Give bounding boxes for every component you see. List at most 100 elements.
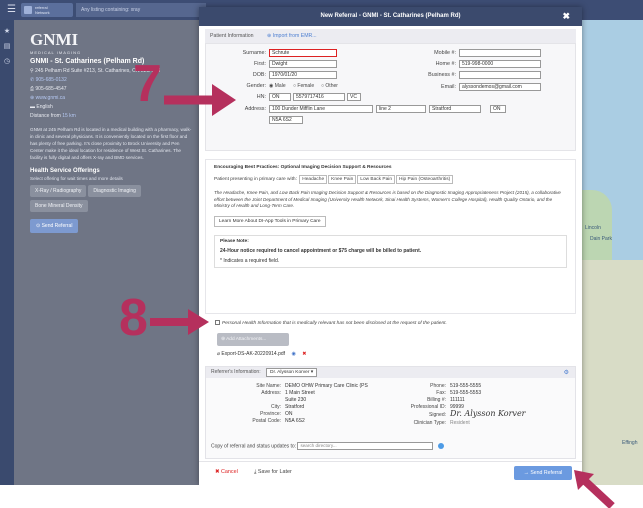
radio-empty-icon: ○ [321,83,325,89]
listing-search-input[interactable]: Any listing containing: xray [76,3,206,17]
mobile-input[interactable] [459,49,541,57]
add-attachments-button[interactable]: ⊕ Add Attachments... [217,333,289,346]
ref-city: Stratford [285,404,305,410]
pill-hip-pain[interactable]: Hip Pain (Osteoarthritis) [396,175,454,184]
annotation-step-7: 7 [133,55,162,113]
referrer-header: Referrer's Information: Dr. Alysson Korv… [206,367,575,378]
first-name-input[interactable]: Dwight [269,60,337,68]
menu-icon[interactable]: ☰ [7,4,16,15]
phi-checkbox-row[interactable]: Personal Health Information that is medi… [215,320,447,326]
referrer-section: Referrer's Information: Dr. Alysson Korv… [205,366,576,459]
send-referral-button[interactable]: → Send Referral [514,466,572,480]
offerings-title: Health Service Offerings [30,168,100,174]
gender-female-label: Female [297,83,315,89]
close-icon[interactable]: ✖ [562,7,570,26]
clinic-phone-text: 905-685-0132 [35,77,67,83]
copy-referral-row: Copy of referral and status updates to: … [211,442,444,450]
city-input[interactable]: Stratford [429,105,481,113]
postal-code-input[interactable]: N5A 6S2 [269,116,303,124]
modal-body: Patient Information ⊕ Import from EMR...… [205,29,576,459]
attachment-filename[interactable]: Export-DS-AK-20220914.pdf [221,351,285,357]
new-referral-modal: New Referral - GNMI - St. Catharines (Pe… [199,7,582,485]
clinic-send-referral-button[interactable]: ⊙ Send Referral [30,219,79,233]
note-required-field: * Indicates a required field. [220,257,280,264]
presenting-label: Patient presenting in primary care with: [214,177,297,182]
gender-male-label: Male [274,83,286,89]
surname-input[interactable]: Schrute [269,49,337,57]
ref-phone-label: Phone: [430,383,446,389]
save-for-later-button[interactable]: ⤓ Save for Later [254,469,292,476]
address-line2-input[interactable]: line 2 [376,105,426,113]
distance-value: 15 km [62,113,76,119]
province-select[interactable]: ON [490,105,506,113]
view-eye-icon[interactable]: ◉ [291,351,295,357]
distance-label: Distance from [30,113,61,119]
clinic-address: ⚲ 245 Pelham Rd Suite #213, St. Catharin… [30,68,194,74]
copy-referral-label: Copy of referral and status updates to: [211,443,297,450]
cancel-button[interactable]: ✖ Cancel [215,469,238,475]
attachment-item: ⌀ Export-DS-AK-20220914.pdf ◉ ✖ [217,351,306,357]
mobile-label: Mobile #: [434,50,456,56]
best-practices-description: The Headache, Knee Pain, and Low Back Pa… [214,190,561,208]
offerings-subtitle: Select offering for wait times and more … [30,176,123,181]
import-emr-link[interactable]: ⊕ Import from EMR... [267,33,317,39]
modal-footer: ✖ Cancel ⤓ Save for Later → Send Referra… [199,461,582,485]
home-label: Home #: [435,61,456,67]
phi-checkbox[interactable] [215,320,220,325]
pill-headache[interactable]: Headache [299,175,328,184]
info-dot-icon[interactable] [437,443,444,449]
annotation-step-8: 8 [119,289,148,347]
gear-icon[interactable]: ⚙ [564,368,569,379]
map-view[interactable]: Lincoln Dain Park Effingh [582,20,643,485]
directory-search-input[interactable]: search directory... [297,442,434,450]
clock-icon[interactable]: ◷ [0,57,14,65]
home-input[interactable]: 519-998-0000 [459,60,541,68]
ref-clinician-type-label: Clinician Type: [413,420,446,426]
list-icon[interactable]: ▤ [0,42,14,50]
pill-knee-pain[interactable]: Knee Pain [328,175,357,184]
best-practices-section: Encouraging Best Practices: Optional Ima… [205,159,576,314]
add-attachments-label: Add Attachments... [226,337,267,342]
first-name-label: First: [254,61,266,67]
map-label-effingham: Effingh [622,440,638,446]
modal-header: New Referral - GNMI - St. Catharines (Pe… [199,7,582,26]
ref-postal: N5A 6S2 [285,418,305,424]
business-input[interactable] [459,71,541,79]
email-label: Email: [441,84,456,90]
gender-other-label: Other [325,83,338,89]
ref-province-label: Province: [260,411,281,417]
please-note-box: Please Note: 24-Hour notice required to … [214,234,567,268]
cancel-label: Cancel [221,469,238,475]
annotation-arrow-send [574,470,615,508]
ref-signature: Dr. Alysson Korver [450,409,526,418]
gender-male-radio[interactable]: ◉ Male [269,83,286,89]
gender-other-radio[interactable]: ○ Other [321,83,338,89]
ref-billing-label: Billing #: [427,397,446,403]
save-label: Save for Later [257,469,292,475]
gender-female-radio[interactable]: ○ Female [293,83,314,89]
map-label-park: Dain Park [590,236,612,242]
email-input[interactable]: alyssondemos@gmail.com [459,83,541,91]
hn-province-select[interactable]: ON [269,93,291,101]
delete-x-icon[interactable]: ✖ [302,351,306,357]
referrer-label: Referrer's Information: [211,369,261,375]
app-logo[interactable]: referral Network [21,3,73,17]
annotation-arrow-8 [150,309,209,335]
clinic-language-text: English [36,104,53,110]
offering-chip-diagnostic[interactable]: Diagnostic Imaging [88,185,141,197]
ref-billing: 111111 [450,397,465,403]
offering-chip-bmd[interactable]: Bone Mineral Density [30,200,88,212]
hn-number-input[interactable]: 5579717416 [293,93,345,101]
referrer-select[interactable]: Dr. Alysson Korver ▾ [265,368,318,377]
patient-info-header: Patient Information ⊕ Import from EMR... [205,29,576,43]
clinic-brand-subtitle: MEDICAL IMAGING [30,50,82,55]
star-icon[interactable]: ★ [0,27,14,35]
pill-low-back-pain[interactable]: Low Back Pain [357,175,396,184]
offering-chip-xray[interactable]: X-Ray / Radiography [30,185,87,197]
learn-more-button[interactable]: Learn More About DI-App Tools in Primary… [214,215,326,227]
dob-input[interactable]: 1970/01/20 [269,71,337,79]
map-land-area [582,260,643,485]
address-line1-input[interactable]: 100 Dunder Mifflin Lane [269,105,373,113]
best-practices-title: Encouraging Best Practices: Optional Ima… [214,165,392,170]
hn-vc-input[interactable]: VC [347,93,361,101]
